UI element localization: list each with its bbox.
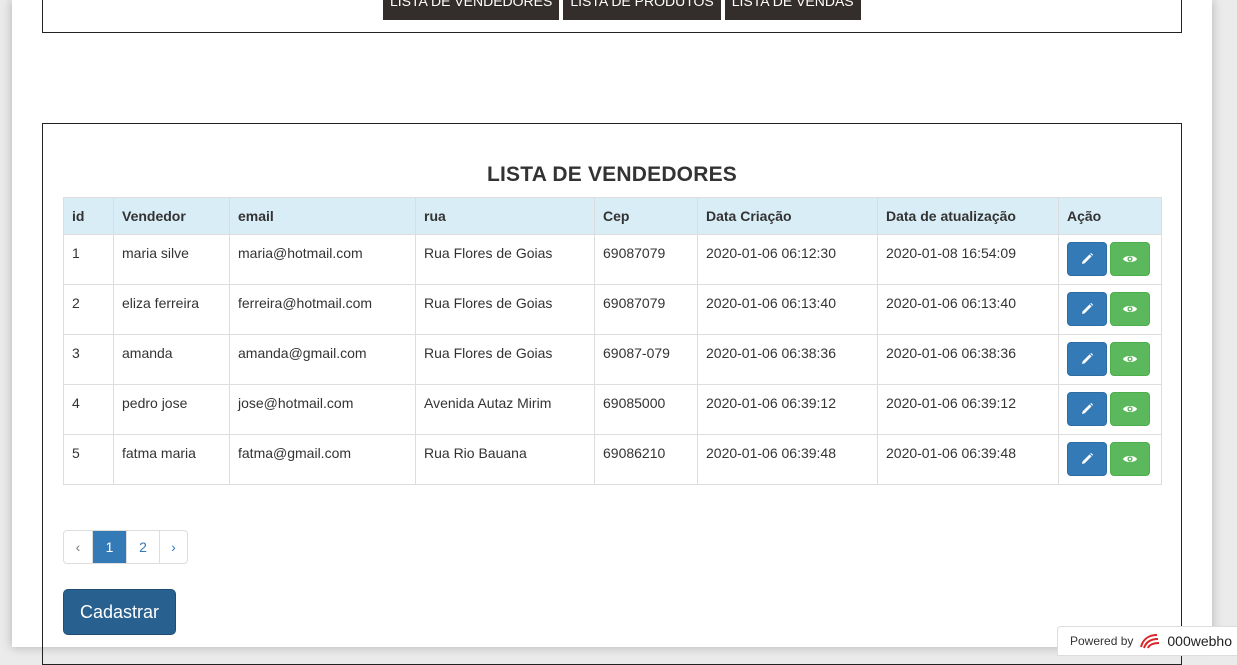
cell-data-criacao: 2020-01-06 06:13:40	[697, 284, 878, 335]
cell-vendedor: pedro jose	[113, 384, 230, 435]
cell-vendedor: eliza ferreira	[113, 284, 230, 335]
edit-button[interactable]	[1067, 242, 1107, 276]
eye-icon	[1123, 256, 1137, 262]
cell-data-atualizacao: 2020-01-06 06:39:48	[877, 434, 1059, 485]
eye-icon	[1123, 406, 1137, 412]
cell-vendedor: amanda	[113, 334, 230, 385]
pencil-icon	[1082, 402, 1094, 414]
view-button[interactable]	[1110, 442, 1150, 476]
col-header-vendedor[interactable]: Vendedor	[113, 197, 230, 235]
powered-by-badge[interactable]: Powered by 000webho	[1057, 626, 1237, 656]
page-1-button[interactable]: 1	[92, 531, 126, 563]
cadastrar-button[interactable]: Cadastrar	[63, 589, 176, 635]
col-header-rua[interactable]: rua	[415, 197, 595, 235]
page-title: LISTA DE VENDEDORES	[487, 163, 737, 186]
cell-acao	[1058, 384, 1162, 435]
cell-id: 2	[63, 284, 114, 335]
pencil-icon	[1082, 352, 1094, 364]
cell-data-criacao: 2020-01-06 06:12:30	[697, 234, 878, 285]
table-row: 3 amanda amanda@gmail.com Rua Flores de Goi…	[63, 334, 1162, 385]
page-container: LISTA DE VENDEDORES LISTA DE PRODUTOS LI…	[12, 0, 1212, 665]
cell-id: 4	[63, 384, 114, 435]
eye-icon	[1123, 306, 1137, 312]
cell-id: 3	[63, 334, 114, 385]
cell-cep: 69087079	[594, 284, 698, 335]
cell-vendedor: maria silve	[113, 234, 230, 285]
edit-button[interactable]	[1067, 442, 1107, 476]
cell-rua: Avenida Autaz Mirim	[415, 384, 595, 435]
edit-button[interactable]	[1067, 292, 1107, 326]
table-row: 2 eliza ferreira ferreira@hotmail.com Rua F…	[63, 284, 1162, 335]
cell-email: ferreira@hotmail.com	[229, 284, 416, 335]
nav-produtos-button[interactable]: LISTA DE PRODUTOS	[563, 0, 721, 20]
view-button[interactable]	[1110, 242, 1150, 276]
pagination: ‹ 1 2 ›	[63, 530, 188, 564]
vendedores-table: id Vendedor email rua Cep Data Criação D…	[63, 197, 1162, 485]
cell-acao	[1058, 434, 1162, 485]
cell-data-atualizacao: 2020-01-06 06:13:40	[877, 284, 1059, 335]
col-header-email[interactable]: email	[229, 197, 416, 235]
eye-icon	[1123, 356, 1137, 362]
cell-rua: Rua Flores de Goias	[415, 284, 595, 335]
pencil-icon	[1082, 452, 1094, 464]
cell-rua: Rua Flores de Goias	[415, 334, 595, 385]
page-next-button[interactable]: ›	[159, 531, 187, 563]
cell-rua: Rua Flores de Goias	[415, 234, 595, 285]
cell-data-atualizacao: 2020-01-08 16:54:09	[877, 234, 1059, 285]
cell-data-atualizacao: 2020-01-06 06:39:12	[877, 384, 1059, 435]
view-button[interactable]	[1110, 292, 1150, 326]
eye-icon	[1123, 456, 1137, 462]
cell-data-criacao: 2020-01-06 06:39:12	[697, 384, 878, 435]
cell-data-atualizacao: 2020-01-06 06:38:36	[877, 334, 1059, 385]
cell-email: fatma@gmail.com	[229, 434, 416, 485]
cell-cep: 69087079	[594, 234, 698, 285]
cell-cep: 69085000	[594, 384, 698, 435]
table-header-row: id Vendedor email rua Cep Data Criação D…	[63, 197, 1162, 235]
table-row: 1 maria silve maria@hotmail.com Rua Flores …	[63, 234, 1162, 285]
nav-vendas-button[interactable]: LISTA DE VENDAS	[724, 0, 861, 20]
top-nav-panel: LISTA DE VENDEDORES LISTA DE PRODUTOS LI…	[42, 0, 1182, 33]
pencil-icon	[1082, 302, 1094, 314]
cell-vendedor: fatma maria	[113, 434, 230, 485]
page-prev-button[interactable]: ‹	[64, 531, 92, 563]
top-nav: LISTA DE VENDEDORES LISTA DE PRODUTOS LI…	[383, 0, 861, 20]
table-row: 4 pedro jose jose@hotmail.com Avenida Autaz…	[63, 384, 1162, 435]
col-header-cep[interactable]: Cep	[594, 197, 698, 235]
cell-data-criacao: 2020-01-06 06:38:36	[697, 334, 878, 385]
view-button[interactable]	[1110, 342, 1150, 376]
edit-button[interactable]	[1067, 342, 1107, 376]
cell-email: maria@hotmail.com	[229, 234, 416, 285]
cell-cep: 69086210	[594, 434, 698, 485]
powered-by-label: Powered by	[1070, 634, 1134, 648]
col-header-id[interactable]: id	[63, 197, 114, 235]
cell-acao	[1058, 334, 1162, 385]
cell-acao	[1058, 234, 1162, 285]
cell-data-criacao: 2020-01-06 06:39:48	[697, 434, 878, 485]
cell-id: 1	[63, 234, 114, 285]
vendedores-panel: LISTA DE VENDEDORES id Vendedor email ru…	[42, 123, 1182, 665]
cell-email: amanda@gmail.com	[229, 334, 416, 385]
pencil-icon	[1082, 252, 1094, 264]
cell-acao	[1058, 284, 1162, 335]
table-row: 5 fatma maria fatma@gmail.com Rua Rio Bauan…	[63, 434, 1162, 485]
edit-button[interactable]	[1067, 392, 1107, 426]
nav-vendedores-button[interactable]: LISTA DE VENDEDORES	[383, 0, 560, 20]
col-header-acao: Ação	[1058, 197, 1162, 235]
col-header-data-atualizacao[interactable]: Data de atualização	[877, 197, 1059, 235]
cell-cep: 69087-079	[594, 334, 698, 385]
view-button[interactable]	[1110, 392, 1150, 426]
col-header-data-criacao[interactable]: Data Criação	[697, 197, 878, 235]
page-2-button[interactable]: 2	[126, 531, 159, 563]
cell-email: jose@hotmail.com	[229, 384, 416, 435]
cell-rua: Rua Rio Bauana	[415, 434, 595, 485]
cell-id: 5	[63, 434, 114, 485]
